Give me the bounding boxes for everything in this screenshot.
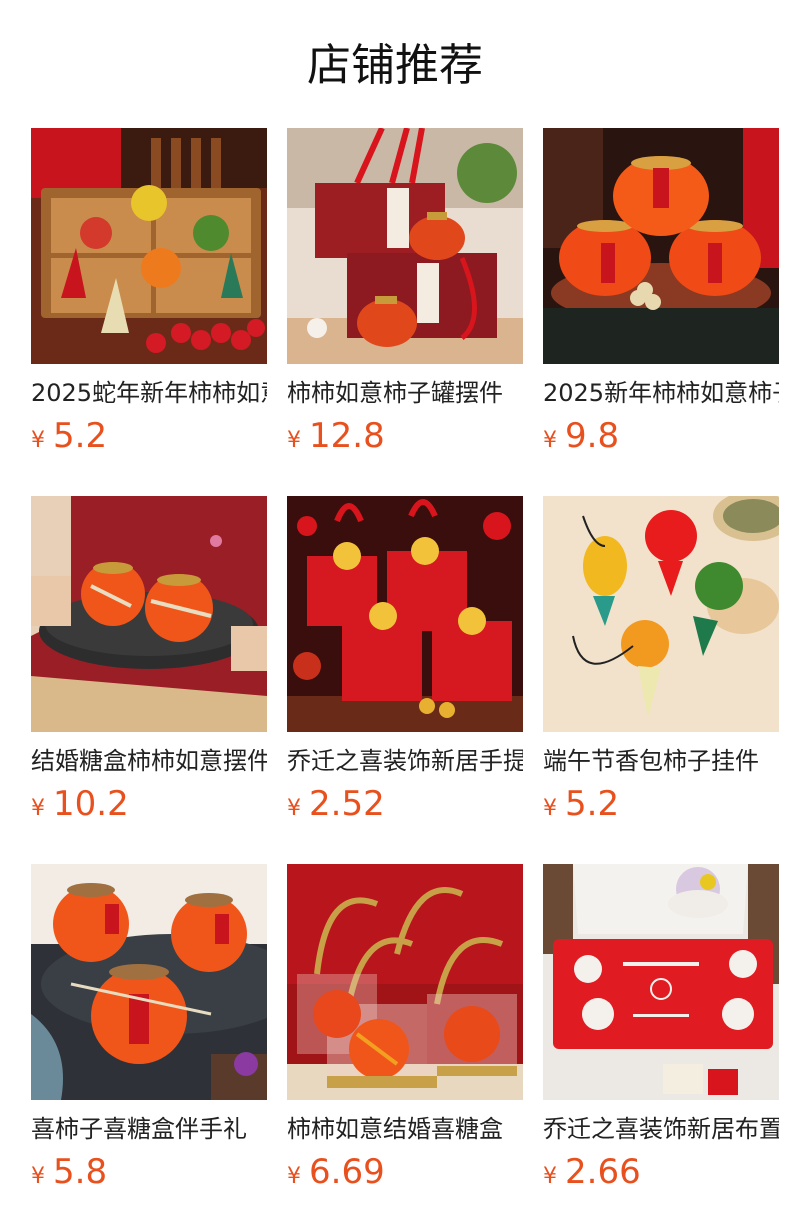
currency-symbol: ¥: [287, 428, 301, 453]
product-name[interactable]: 乔迁之喜装饰新居布置: [543, 1112, 779, 1146]
product-card[interactable]: 2025蛇年新年柿柿如意 ¥5.2: [31, 128, 267, 468]
price-value: 6.69: [309, 1152, 385, 1192]
product-price: ¥12.8: [287, 416, 385, 460]
product-card[interactable]: 乔迁之喜装饰新居手提 ¥2.52: [287, 496, 523, 836]
currency-symbol: ¥: [287, 1164, 301, 1189]
page-title: 店铺推荐: [307, 40, 483, 91]
product-price: ¥10.2: [31, 784, 129, 828]
price-value: 10.2: [53, 784, 129, 824]
product-card[interactable]: 2025新年柿柿如意柿子 ¥9.8: [543, 128, 779, 468]
currency-symbol: ¥: [543, 796, 557, 821]
currency-symbol: ¥: [31, 428, 45, 453]
product-price: ¥5.2: [31, 416, 107, 460]
currency-symbol: ¥: [543, 1164, 557, 1189]
product-price: ¥2.52: [287, 784, 385, 828]
product-card[interactable]: 喜柿子喜糖盒伴手礼 ¥5.8: [31, 864, 267, 1204]
persimmon-candy-box-tray-image[interactable]: [31, 496, 267, 732]
price-value: 12.8: [309, 416, 385, 456]
product-name[interactable]: 乔迁之喜装饰新居手提: [287, 744, 523, 778]
stacked-persimmon-jars-image[interactable]: [543, 128, 779, 364]
product-name[interactable]: 柿柿如意柿子罐摆件: [287, 376, 523, 410]
persimmon-jar-gift-box-image[interactable]: [287, 128, 523, 364]
product-card[interactable]: 结婚糖盒柿柿如意摆件 ¥10.2: [31, 496, 267, 836]
price-value: 5.8: [53, 1152, 108, 1192]
product-card[interactable]: 端午节香包柿子挂件 ¥5.2: [543, 496, 779, 836]
price-value: 5.2: [53, 416, 108, 456]
currency-symbol: ¥: [543, 428, 557, 453]
product-price: ¥9.8: [543, 416, 619, 460]
currency-symbol: ¥: [31, 1164, 45, 1189]
product-name[interactable]: 2025新年柿柿如意柿子: [543, 376, 779, 410]
clear-box-persimmon-image[interactable]: [287, 864, 523, 1100]
red-gift-bags-image[interactable]: [287, 496, 523, 732]
sachet-pendants-image[interactable]: [543, 496, 779, 732]
persimmon-candy-jars-image[interactable]: [31, 864, 267, 1100]
currency-symbol: ¥: [287, 796, 301, 821]
product-price: ¥6.69: [287, 1152, 385, 1196]
product-name[interactable]: 喜柿子喜糖盒伴手礼: [31, 1112, 267, 1146]
product-name[interactable]: 结婚糖盒柿柿如意摆件: [31, 744, 267, 778]
product-name[interactable]: 端午节香包柿子挂件: [543, 744, 779, 778]
price-value: 9.8: [565, 416, 620, 456]
price-value: 5.2: [565, 784, 620, 824]
product-price: ¥2.66: [543, 1152, 641, 1196]
product-name[interactable]: 柿柿如意结婚喜糖盒: [287, 1112, 523, 1146]
currency-symbol: ¥: [31, 796, 45, 821]
product-price: ¥5.2: [543, 784, 619, 828]
price-value: 2.66: [565, 1152, 641, 1192]
red-floor-mat-image[interactable]: [543, 864, 779, 1100]
product-card[interactable]: 柿柿如意柿子罐摆件 ¥12.8: [287, 128, 523, 468]
product-name[interactable]: 2025蛇年新年柿柿如意: [31, 376, 267, 410]
price-value: 2.52: [309, 784, 385, 824]
persimmon-gift-tray-image[interactable]: [31, 128, 267, 364]
product-price: ¥5.8: [31, 1152, 107, 1196]
product-card[interactable]: 柿柿如意结婚喜糖盒 ¥6.69: [287, 864, 523, 1204]
product-card[interactable]: 乔迁之喜装饰新居布置 ¥2.66: [543, 864, 779, 1204]
